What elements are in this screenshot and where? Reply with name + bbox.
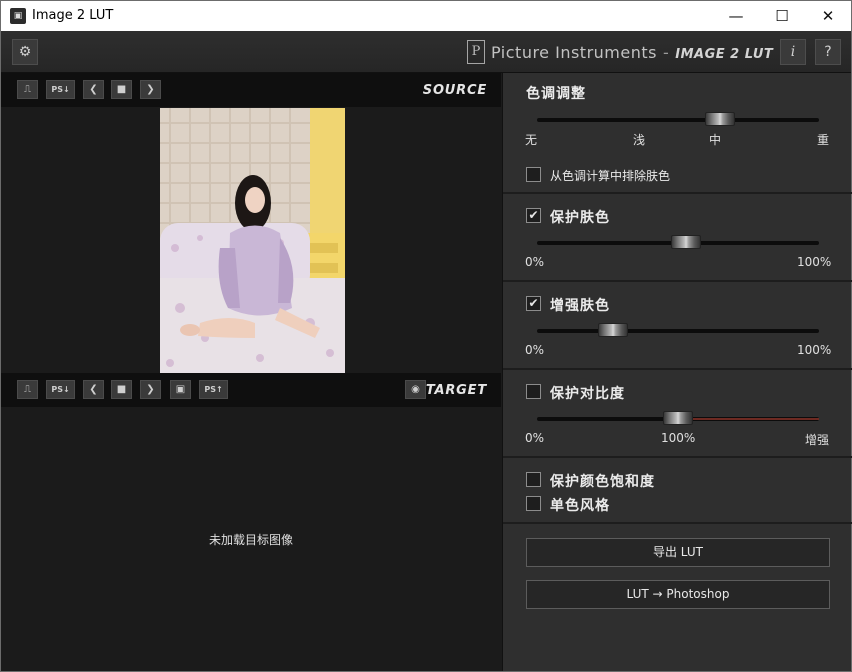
window-title: Image 2 LUT	[32, 8, 114, 23]
chevron-left-icon[interactable]: ❮	[83, 80, 104, 99]
folder-icon[interactable]: ■	[111, 80, 132, 99]
protect-skin-slider[interactable]	[537, 235, 819, 249]
brand-title: Picture Instruments - IMAGE 2 LUT	[491, 43, 773, 62]
style-options-section: 保护颜色饱和度 单色风格	[503, 458, 852, 524]
protect-contrast-slider[interactable]	[537, 411, 819, 425]
protect-skin-checkbox[interactable]: ✔	[526, 208, 541, 223]
viewer-panel: ⎍ PS↓ ❮ ■ ❯ SOURCE ⎍ PS↓ ❮ ■ ❯ ▣ PS↑ ◉ T…	[1, 73, 501, 671]
protect-skin-section: ✔ 保护肤色 0% 100%	[503, 194, 852, 282]
tone-tick-heavy: 重	[817, 133, 830, 147]
tone-slider[interactable]	[537, 112, 819, 126]
protect-saturation-label: 保护颜色饱和度	[550, 474, 655, 490]
ps-import-button[interactable]: PS↓	[46, 380, 75, 399]
brand-name: Picture Instruments	[491, 43, 657, 62]
protect-skin-max: 100%	[797, 255, 832, 269]
minimize-icon[interactable]: —	[713, 1, 759, 31]
help-button[interactable]: ?	[815, 39, 841, 65]
exclude-skin-checkbox[interactable]	[526, 167, 541, 182]
protect-saturation-checkbox[interactable]	[526, 472, 541, 487]
protect-contrast-checkbox[interactable]	[526, 384, 541, 399]
tone-tick-medium: 中	[709, 133, 722, 147]
app-header: ⚙ P Picture Instruments - IMAGE 2 LUT i ?	[1, 31, 851, 73]
source-label: SOURCE	[422, 83, 487, 98]
floppy-icon[interactable]: ▣	[170, 380, 191, 399]
info-button[interactable]: i	[780, 39, 806, 65]
tone-tick-none: 无	[525, 133, 538, 147]
enhance-skin-section: ✔ 增强肤色 0% 100%	[503, 282, 852, 370]
protect-contrast-max: 增强	[805, 433, 830, 447]
folder-icon[interactable]: ■	[111, 380, 132, 399]
basket-icon[interactable]: ⎍	[17, 380, 38, 399]
target-empty-message: 未加载目标图像	[208, 533, 293, 547]
controls-panel: 色调调整 无 浅 中 重 从色调计算中排除肤色 ✔ 保护肤色 0% 100% ✔…	[502, 73, 852, 671]
ps-import-button[interactable]: PS↓	[46, 80, 75, 99]
exclude-skin-label: 从色调计算中排除肤色	[550, 169, 671, 183]
close-icon[interactable]: ✕	[805, 1, 851, 31]
ps-export-button[interactable]: PS↑	[199, 380, 228, 399]
tone-slider-thumb[interactable]	[705, 112, 735, 126]
brand-logo: P	[467, 40, 485, 64]
tone-tick-light: 浅	[633, 133, 646, 147]
protect-skin-min: 0%	[525, 255, 545, 269]
source-toolbar: ⎍ PS↓ ❮ ■ ❯ SOURCE	[1, 73, 501, 107]
gear-icon[interactable]: ⚙	[12, 39, 38, 65]
protect-contrast-min: 0%	[525, 431, 545, 445]
enhance-skin-min: 0%	[525, 343, 545, 357]
contrast-boost-range	[678, 418, 819, 420]
chevron-left-icon[interactable]: ❮	[83, 380, 104, 399]
ps-import-label: PS	[51, 385, 63, 394]
protect-skin-label: 保护肤色	[550, 210, 610, 226]
chevron-right-icon[interactable]: ❯	[140, 380, 161, 399]
title-bar: ▣ Image 2 LUT — ☐ ✕	[1, 1, 851, 31]
source-image	[160, 108, 345, 373]
protect-contrast-label: 保护对比度	[550, 386, 625, 402]
chevron-right-icon[interactable]: ❯	[140, 80, 161, 99]
brand-separator: -	[662, 43, 670, 62]
monochrome-label: 单色风格	[550, 498, 610, 514]
app-icon: ▣	[10, 8, 26, 24]
ps-export-label: PS	[204, 385, 216, 394]
product-name: IMAGE 2 LUT	[675, 47, 774, 62]
protect-contrast-mid: 100%	[661, 431, 696, 445]
enhance-skin-label: 增强肤色	[550, 298, 610, 314]
export-lut-button[interactable]: 导出 LUT	[526, 538, 830, 567]
monochrome-checkbox[interactable]	[526, 496, 541, 511]
ps-import-label: PS	[51, 85, 63, 94]
enhance-skin-slider[interactable]	[537, 323, 819, 337]
target-label: TARGET	[425, 383, 487, 398]
enhance-skin-max: 100%	[797, 343, 832, 357]
enhance-skin-slider-thumb[interactable]	[598, 323, 628, 337]
tone-title: 色调调整	[526, 86, 586, 102]
maximize-icon[interactable]: ☐	[759, 1, 805, 31]
lut-to-photoshop-button[interactable]: LUT → Photoshop	[526, 580, 830, 609]
tone-section: 色调调整 无 浅 中 重 从色调计算中排除肤色	[503, 73, 852, 194]
basket-icon[interactable]: ⎍	[17, 80, 38, 99]
protect-contrast-section: 保护对比度 0% 100% 增强	[503, 370, 852, 458]
enhance-skin-checkbox[interactable]: ✔	[526, 296, 541, 311]
target-toolbar: ⎍ PS↓ ❮ ■ ❯ ▣ PS↑ ◉ TARGET	[1, 373, 501, 407]
eye-icon[interactable]: ◉	[405, 380, 426, 399]
protect-skin-slider-thumb[interactable]	[671, 235, 701, 249]
app-window: ▣ Image 2 LUT — ☐ ✕ ⚙ P Picture Instrume…	[0, 0, 852, 672]
protect-contrast-slider-thumb[interactable]	[663, 411, 693, 425]
